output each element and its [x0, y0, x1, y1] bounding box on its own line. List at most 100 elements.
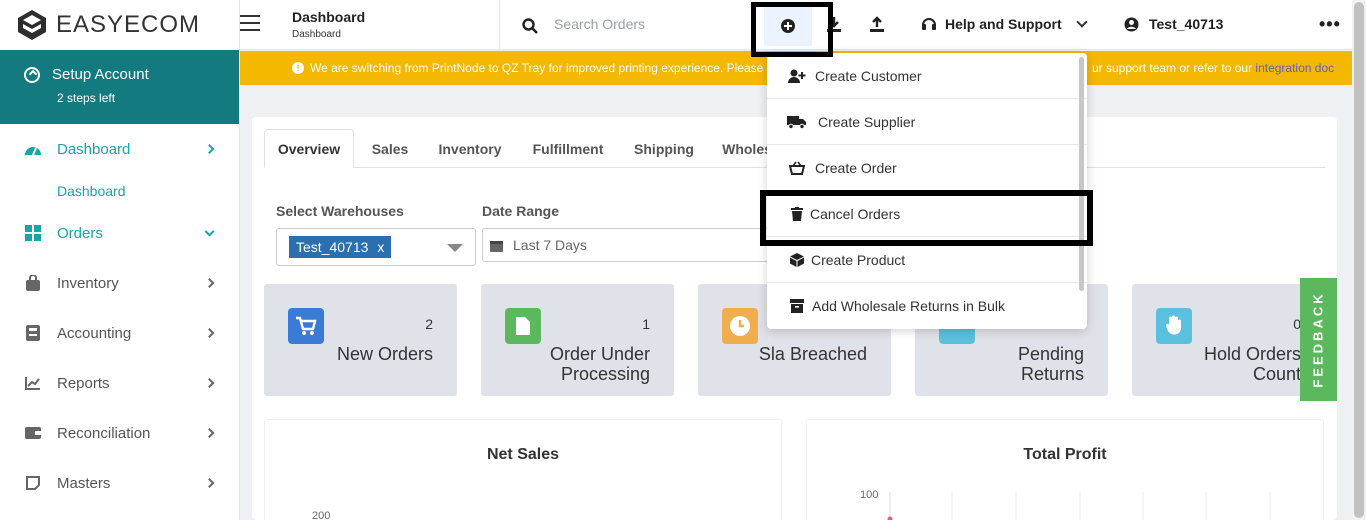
tab-overview[interactable]: Overview: [264, 129, 354, 168]
sidebar-item-reconciliation[interactable]: Reconciliation: [0, 408, 239, 458]
integration-doc-link[interactable]: integration doc: [1255, 61, 1334, 75]
sidebar-item-label: Orders: [57, 224, 103, 242]
chart-gridlines: [887, 492, 1271, 520]
brand-logo[interactable]: EASYECOM: [0, 0, 239, 50]
date-range-input[interactable]: Last 7 Days: [482, 228, 772, 262]
tab-inventory[interactable]: Inventory: [430, 129, 510, 168]
menu-item-create-supplier[interactable]: Create Supplier: [767, 99, 1087, 145]
banner-text-continued: ur support team or refer to our: [1092, 61, 1256, 75]
help-label: Help and Support: [945, 16, 1062, 32]
tab-sales[interactable]: Sales: [360, 129, 420, 168]
tab-shipping[interactable]: Shipping: [624, 129, 704, 168]
help-support-menu[interactable]: Help and Support: [921, 16, 1088, 32]
sidebar-item-label: Accounting: [57, 324, 132, 342]
line-chart-icon: [24, 374, 42, 392]
feedback-tab[interactable]: FEEDBACK: [1300, 278, 1337, 401]
chevron-down-icon: [1076, 16, 1088, 28]
arrow-up-circle-icon: [24, 66, 40, 83]
breadcrumb-item[interactable]: Dashboard: [292, 29, 365, 40]
stat-title: Pending Returns: [1017, 344, 1084, 384]
warehouse-chip-label: Test_40713: [296, 239, 369, 255]
menu-item-create-customer[interactable]: Create Customer: [767, 53, 1087, 99]
cube-icon: [787, 252, 807, 267]
chevron-right-icon: [204, 378, 215, 388]
ledger-icon: [24, 324, 42, 342]
sidebar-item-reports[interactable]: Reports: [0, 358, 239, 408]
setup-account-panel[interactable]: Setup Account 2 steps left: [0, 50, 239, 124]
highlight-box-cancel-orders: [760, 190, 1093, 246]
chart-title: Total Profit: [1023, 446, 1107, 463]
stat-title: Order Under Processing: [549, 344, 650, 384]
net-sales-chart: Net Sales 200: [264, 419, 782, 520]
truck-icon: [787, 115, 807, 129]
cart-icon: [288, 308, 324, 344]
sidebar-item-accounting[interactable]: Accounting: [0, 308, 239, 358]
search-input[interactable]: [554, 16, 734, 32]
warehouse-chip: Test_40713 x: [289, 236, 392, 258]
chevron-down-icon: [204, 226, 215, 237]
stat-value: 2: [425, 316, 433, 332]
stat-order-under-processing[interactable]: 1 Order Under Processing: [481, 284, 674, 396]
sidebar-item-label: Reconciliation: [57, 424, 151, 442]
sidebar-item-masters[interactable]: Masters: [0, 458, 239, 508]
sidebar-item-dashboard[interactable]: Dashboard: [0, 124, 239, 174]
easyecom-logo-icon: [18, 10, 46, 40]
feedback-label: FEEDBACK: [1311, 291, 1327, 388]
warehouse-label: Select Warehouses: [276, 203, 404, 219]
divider: [499, 0, 500, 50]
stat-new-orders[interactable]: 2 New Orders: [264, 284, 457, 396]
file-icon: [505, 308, 541, 344]
y-axis-tick: 200: [312, 510, 331, 520]
caret-down-icon: [447, 244, 463, 252]
menu-item-create-order[interactable]: Create Order: [767, 145, 1087, 191]
sidebar: EASYECOM Setup Account 2 steps left Dash…: [0, 0, 240, 520]
stat-value: 1: [642, 316, 650, 332]
chevron-right-icon: [204, 428, 215, 438]
sidebar-item-orders[interactable]: Orders: [0, 208, 239, 258]
banner-text: We are switching from PrintNode to QZ Tr…: [310, 61, 774, 75]
grid-icon: [24, 224, 42, 242]
y-axis-tick: 100: [860, 489, 879, 501]
chevron-right-icon: [204, 278, 215, 288]
stat-hold-orders[interactable]: 0 Hold Orders Count: [1132, 284, 1325, 396]
stat-title: Hold Orders Count: [1203, 344, 1301, 384]
speedometer-icon: [24, 140, 42, 158]
breadcrumb: Dashboard Dashboard: [292, 9, 365, 40]
dropdown-scrollbar[interactable]: [1079, 57, 1084, 291]
sidebar-item-inventory[interactable]: Inventory: [0, 258, 239, 308]
menu-item-label: Create Order: [815, 159, 897, 176]
stat-title: Sla Breached: [758, 344, 867, 364]
sidebar-item-label: Dashboard: [57, 140, 131, 158]
user-circle-icon: [1124, 17, 1139, 31]
calendar-icon: [490, 241, 503, 252]
menu-item-add-wholesale-returns[interactable]: Add Wholesale Returns in Bulk: [767, 283, 1087, 329]
menu-item-label: Create Customer: [815, 67, 922, 84]
headset-icon: [922, 18, 936, 30]
warehouse-select[interactable]: Test_40713 x: [276, 228, 476, 266]
total-profit-chart: Total Profit 100: [806, 419, 1324, 520]
basket-icon: [787, 161, 807, 175]
hand-icon: [1156, 308, 1192, 344]
chip-remove-button[interactable]: x: [377, 239, 384, 255]
chevron-right-icon: [204, 328, 215, 338]
highlight-box-quick-create: [751, 2, 833, 57]
wallet-icon: [24, 424, 42, 442]
page-scrollbar-thumb[interactable]: [1354, 2, 1364, 518]
upload-icon[interactable]: [869, 16, 885, 34]
chevron-right-icon: [204, 478, 215, 488]
tab-fulfillment[interactable]: Fulfillment: [524, 129, 612, 168]
chart-title: Net Sales: [486, 446, 560, 463]
more-options-icon[interactable]: •••: [1319, 14, 1341, 35]
chevron-right-icon: [204, 144, 215, 154]
info-icon: !: [292, 62, 304, 74]
menu-toggle-icon[interactable]: [240, 15, 260, 31]
page-scrollbar[interactable]: [1352, 0, 1366, 520]
stat-title: New Orders: [336, 344, 433, 364]
date-range-label: Date Range: [482, 203, 560, 219]
sidebar-item-label: Masters: [57, 474, 111, 492]
user-menu[interactable]: Test_40713: [1124, 16, 1223, 32]
search-icon[interactable]: [522, 18, 538, 34]
archive-icon: [787, 299, 807, 313]
menu-item-label: Add Wholesale Returns in Bulk: [812, 298, 1005, 314]
sidebar-subitem-dashboard[interactable]: Dashboard: [0, 174, 239, 208]
